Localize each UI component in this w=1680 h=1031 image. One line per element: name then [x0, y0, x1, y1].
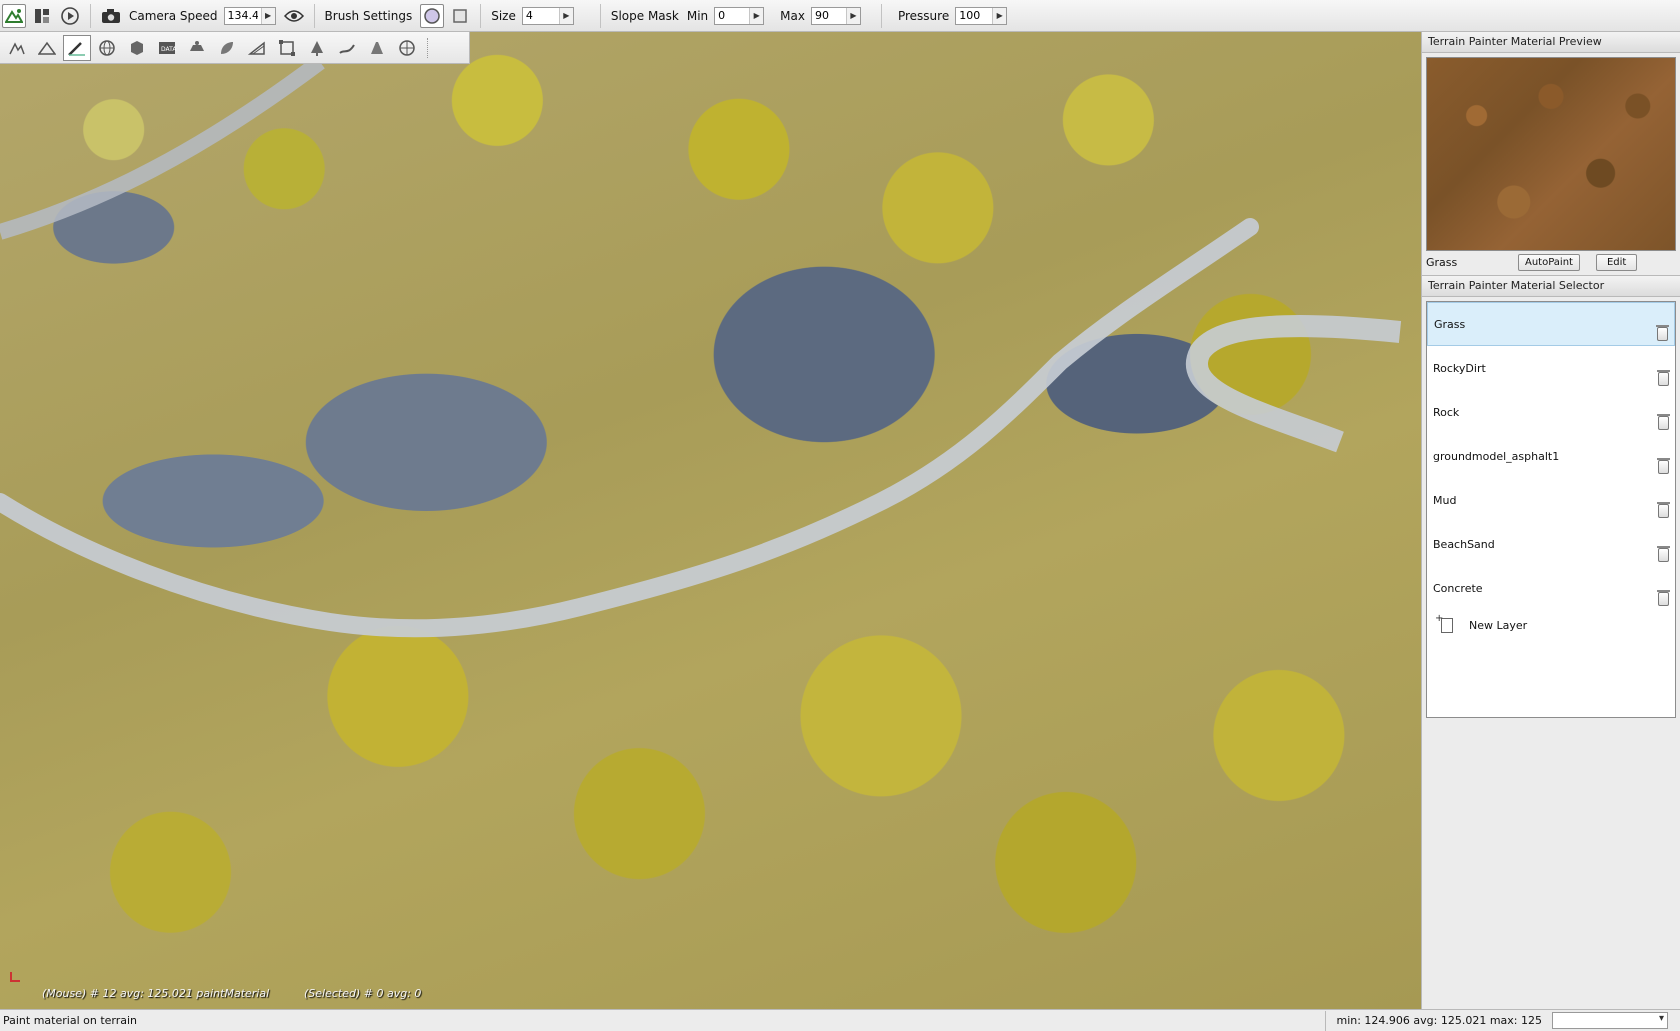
pressure-field[interactable]: ▶: [955, 6, 1008, 25]
material-name: Concrete: [1433, 581, 1483, 595]
svg-text:DATA: DATA: [161, 46, 177, 53]
separator: [880, 3, 882, 28]
road-icon[interactable]: [183, 35, 211, 61]
separator: [480, 3, 482, 28]
right-panel: Terrain Painter Material Preview Grass A…: [1421, 32, 1680, 1009]
status-message: Paint material on terrain: [3, 1014, 138, 1027]
slope-max-arrow-icon[interactable]: ▶: [845, 7, 860, 24]
pressure-input[interactable]: [956, 7, 993, 24]
material-list: Grass RockyDirt Rock groundmodel_asphalt…: [1426, 301, 1676, 718]
slope-min-input[interactable]: [715, 7, 750, 24]
material-item-rockydirt[interactable]: RockyDirt: [1427, 346, 1675, 390]
camera-speed-field[interactable]: ▶: [223, 6, 276, 25]
trash-icon[interactable]: [1657, 590, 1670, 606]
slope-max-input[interactable]: [811, 7, 846, 24]
road-overlay: [0, 55, 1402, 638]
material-name: Rock: [1433, 405, 1460, 419]
globe-icon[interactable]: [93, 35, 121, 61]
ramp-icon[interactable]: [243, 35, 271, 61]
terrain-viewport[interactable]: (Mouse) # 12 avg: 125.021 paintMaterial …: [0, 32, 1421, 1009]
autopaint-button[interactable]: AutoPaint: [1518, 253, 1580, 271]
strip-handle[interactable]: [427, 37, 431, 58]
slope-max-field[interactable]: ▶: [810, 6, 861, 25]
preview-panel-title: Terrain Painter Material Preview: [1422, 32, 1680, 53]
brush-settings-label: Brush Settings: [324, 8, 413, 23]
terrain-tool-strip: DATA: [0, 32, 470, 64]
selected-info: (Selected) # 0 avg: 0: [304, 987, 422, 1000]
preview-material-name: Grass: [1426, 255, 1458, 269]
square-brush-icon[interactable]: [448, 4, 472, 28]
trash-icon[interactable]: [1657, 502, 1670, 518]
preview-controls: Grass AutoPaint Edit: [1422, 251, 1680, 273]
material-item-beachsand[interactable]: BeachSand: [1427, 522, 1675, 566]
decal-icon[interactable]: [393, 35, 421, 61]
datablock-icon[interactable]: DATA: [153, 35, 181, 61]
camera-speed-arrow-icon[interactable]: ▶: [260, 7, 275, 24]
gui-editor-icon[interactable]: [30, 4, 54, 28]
material-item-mud[interactable]: Mud: [1427, 478, 1675, 522]
trash-icon[interactable]: [1656, 325, 1669, 341]
material-item-rock[interactable]: Rock: [1427, 390, 1675, 434]
size-input[interactable]: [522, 7, 559, 24]
material-item-asphalt[interactable]: groundmodel_asphalt1: [1427, 434, 1675, 478]
road-path: [0, 218, 1259, 638]
size-arrow-icon[interactable]: ▶: [558, 7, 573, 24]
mouse-info: (Mouse) # 12 avg: 125.021 paintMaterial: [42, 987, 270, 1000]
new-layer-icon: +: [1435, 613, 1453, 633]
leaf-icon[interactable]: [213, 35, 241, 61]
play-icon[interactable]: [58, 4, 82, 28]
slope-max-label: Max: [780, 8, 805, 23]
river-icon[interactable]: [333, 35, 361, 61]
pressure-label: Pressure: [897, 8, 950, 23]
camera-speed-input[interactable]: [224, 7, 261, 24]
status-bar: Paint material on terrain min: 124.906 a…: [0, 1009, 1680, 1031]
material-name: Mud: [1433, 493, 1457, 507]
separator: [313, 3, 315, 28]
material-name: groundmodel_asphalt1: [1433, 449, 1560, 463]
selector-panel-title: Terrain Painter Material Selector: [1422, 275, 1680, 297]
circle-brush-icon[interactable]: [420, 3, 445, 28]
trash-icon[interactable]: [1657, 414, 1670, 430]
new-layer-label: New Layer: [1469, 618, 1528, 632]
main-toolbar: Camera Speed ▶ Brush Settings Size ▶ Slo…: [0, 0, 1680, 32]
separator: [599, 3, 601, 28]
edit-button[interactable]: Edit: [1595, 253, 1638, 271]
new-layer-button[interactable]: + New Layer: [1427, 610, 1675, 640]
pressure-arrow-icon[interactable]: ▶: [992, 7, 1007, 24]
axis-gizmo-icon: [10, 972, 20, 982]
material-item-concrete[interactable]: Concrete: [1427, 566, 1675, 610]
select-box-icon[interactable]: [273, 35, 301, 61]
slope-min-arrow-icon[interactable]: ▶: [749, 7, 764, 24]
material-name: RockyDirt: [1433, 361, 1486, 375]
trash-icon[interactable]: [1657, 370, 1670, 386]
status-dropdown[interactable]: [1552, 1012, 1668, 1029]
upper-road: [0, 55, 325, 240]
material-item-grass[interactable]: Grass: [1427, 302, 1675, 346]
slope-min-field[interactable]: ▶: [714, 6, 765, 25]
size-field[interactable]: ▶: [521, 6, 574, 25]
mesh-road-icon[interactable]: [363, 35, 391, 61]
paint-brush-icon[interactable]: [63, 34, 91, 61]
trash-icon[interactable]: [1657, 546, 1670, 562]
size-label: Size: [491, 8, 516, 23]
slope-min-label: Min: [686, 8, 709, 23]
terrain-raise-icon[interactable]: [3, 35, 31, 61]
trash-icon[interactable]: [1657, 458, 1670, 474]
camera-speed-label: Camera Speed: [129, 8, 218, 23]
world-editor-icon[interactable]: [2, 3, 26, 28]
separator: [90, 3, 91, 28]
status-stats: min: 124.906 avg: 125.021 max: 125: [1325, 1010, 1552, 1031]
road-curve: [1186, 315, 1402, 453]
eye-icon[interactable]: [282, 4, 306, 28]
cube-icon[interactable]: [123, 35, 151, 61]
terrain-smooth-icon[interactable]: [33, 35, 61, 61]
forest-brush-icon[interactable]: [303, 35, 331, 61]
material-preview-image: [1426, 57, 1676, 251]
slope-mask-label: Slope Mask: [610, 8, 679, 23]
material-name: Grass: [1434, 317, 1466, 331]
camera-icon[interactable]: [99, 4, 123, 28]
material-name: BeachSand: [1433, 537, 1495, 551]
